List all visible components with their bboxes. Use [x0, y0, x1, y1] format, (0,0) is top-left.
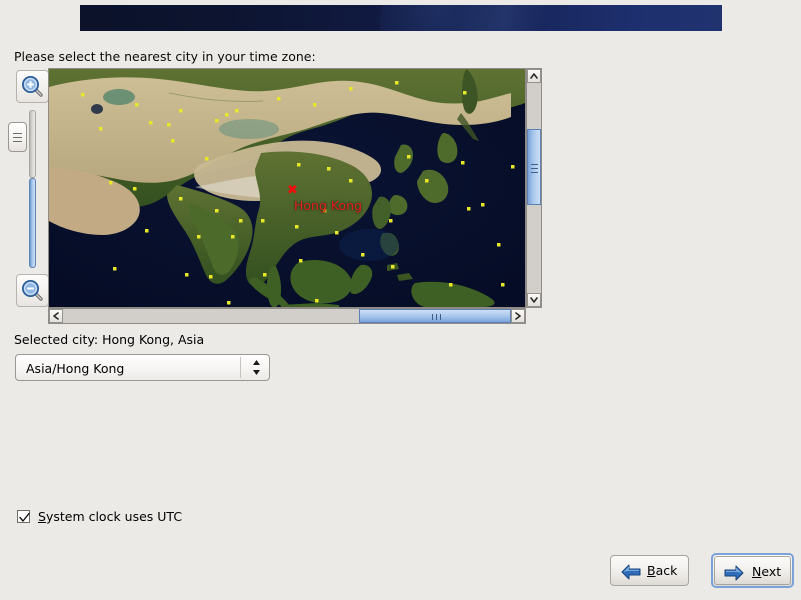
- mnemonic-char: S: [38, 509, 46, 524]
- timezone-map-panel: ✖ Hong Kong: [8, 68, 542, 326]
- grip-line: [432, 314, 433, 320]
- arrow-right-icon: [724, 565, 744, 584]
- grip-line: [440, 314, 441, 320]
- zoom-out-button[interactable]: [16, 274, 49, 307]
- zoom-slider[interactable]: [29, 110, 36, 268]
- back-button-label-rest: ack: [655, 563, 678, 578]
- zoom-slider-track-upper: [29, 110, 36, 178]
- chevron-right-icon: [515, 312, 521, 320]
- magnifier-plus-icon: [22, 76, 43, 97]
- zoom-slider-handle[interactable]: [8, 122, 27, 152]
- chevron-down-icon: [530, 297, 538, 303]
- grip-line: [531, 164, 538, 165]
- checkmark-icon: [19, 512, 30, 522]
- banner-swoosh-decoration: [370, 5, 630, 31]
- back-button[interactable]: Back: [610, 555, 689, 586]
- map-horizontal-scrollbar[interactable]: [48, 308, 526, 324]
- utc-checkbox-label: System clock uses UTC: [38, 509, 182, 524]
- map-viewport[interactable]: ✖ Hong Kong: [48, 68, 526, 308]
- grip-line: [13, 133, 22, 134]
- map-horizontal-scrollbar-thumb[interactable]: [359, 309, 511, 323]
- zoom-slider-track-lower: [29, 178, 36, 268]
- installer-banner: [80, 5, 722, 31]
- timezone-select-value: Asia/Hong Kong: [26, 361, 125, 376]
- grip-line: [13, 137, 22, 138]
- grip-line: [436, 314, 437, 320]
- map-city-label: Hong Kong: [294, 198, 362, 213]
- select-divider: [240, 357, 241, 378]
- scroll-up-button[interactable]: [527, 69, 541, 83]
- next-button-label: Next: [752, 564, 781, 579]
- chevron-left-icon: [53, 312, 59, 320]
- selected-city-text: Selected city: Hong Kong, Asia: [14, 332, 205, 347]
- map-vertical-scrollbar[interactable]: [526, 68, 542, 308]
- grip-line: [13, 141, 22, 142]
- scroll-left-button[interactable]: [49, 309, 63, 323]
- map-vertical-scrollbar-thumb[interactable]: [527, 129, 541, 205]
- magnifier-minus-icon: [22, 280, 43, 301]
- zoom-in-button[interactable]: [16, 70, 49, 103]
- next-button[interactable]: Next: [711, 553, 794, 588]
- mnemonic-char: B: [647, 563, 656, 578]
- arrow-left-icon: [621, 564, 641, 583]
- mnemonic-char: N: [752, 564, 762, 579]
- scroll-right-button[interactable]: [511, 309, 525, 323]
- scroll-down-button[interactable]: [527, 293, 541, 307]
- page-title: Please select the nearest city in your t…: [14, 49, 316, 64]
- next-button-label-rest: ext: [761, 564, 782, 579]
- grip-line: [531, 168, 538, 169]
- selected-city-marker: ✖: [287, 183, 298, 198]
- chevron-up-icon: [530, 73, 538, 79]
- grip-line: [531, 172, 538, 173]
- back-button-label: Back: [647, 563, 677, 578]
- utc-checkbox-label-rest: ystem clock uses UTC: [45, 509, 183, 524]
- utc-checkbox[interactable]: [17, 510, 30, 523]
- timezone-select[interactable]: Asia/Hong Kong: [15, 354, 270, 381]
- updown-chevron-icon: [251, 359, 262, 379]
